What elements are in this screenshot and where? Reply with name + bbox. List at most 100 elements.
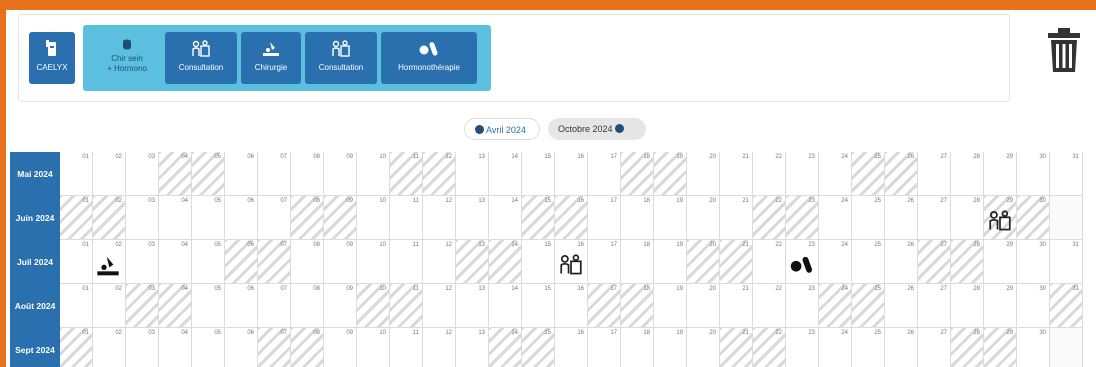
day-cell[interactable]: 30 <box>1017 284 1050 328</box>
caelyx-button[interactable]: CAELYX <box>29 32 75 84</box>
day-cell[interactable]: 28 <box>951 284 984 328</box>
day-cell[interactable]: 26 <box>885 328 918 367</box>
day-cell[interactable]: 03 <box>126 240 159 284</box>
day-cell[interactable]: 20 <box>687 328 720 367</box>
day-cell[interactable]: 13 <box>456 152 489 196</box>
day-cell[interactable] <box>1050 196 1083 240</box>
day-cell[interactable]: 04 <box>159 284 192 328</box>
day-cell[interactable]: 12 <box>423 196 456 240</box>
day-cell[interactable]: 11 <box>390 328 423 367</box>
day-cell[interactable]: 06 <box>225 284 258 328</box>
day-cell[interactable]: 12 <box>423 152 456 196</box>
day-cell[interactable]: 17 <box>588 328 621 367</box>
day-cell[interactable]: 24 <box>819 196 852 240</box>
day-cell[interactable]: 03 <box>126 328 159 367</box>
day-cell[interactable]: 09 <box>324 152 357 196</box>
day-cell[interactable]: 08 <box>291 152 324 196</box>
day-cell[interactable]: 05 <box>192 284 225 328</box>
day-cell[interactable]: 01 <box>60 240 93 284</box>
day-cell[interactable]: 23 <box>786 284 819 328</box>
day-cell[interactable]: 07 <box>258 240 291 284</box>
day-cell[interactable]: 03 <box>126 152 159 196</box>
day-cell[interactable]: 01 <box>60 328 93 367</box>
day-cell[interactable]: 01 <box>60 284 93 328</box>
day-cell[interactable]: 10 <box>357 328 390 367</box>
day-cell[interactable]: 24 <box>819 152 852 196</box>
day-cell[interactable]: 27 <box>918 240 951 284</box>
day-cell[interactable]: 08 <box>291 196 324 240</box>
day-cell[interactable]: 09 <box>324 284 357 328</box>
day-cell[interactable]: 25 <box>852 328 885 367</box>
day-cell[interactable]: 19 <box>654 240 687 284</box>
hormonotherapie-button[interactable]: Hormonothérapie <box>381 32 477 84</box>
day-cell[interactable]: 17 <box>588 240 621 284</box>
day-cell[interactable]: 26 <box>885 152 918 196</box>
day-cell[interactable]: 18 <box>621 240 654 284</box>
day-cell[interactable]: 01 <box>60 152 93 196</box>
day-cell[interactable]: 28 <box>951 152 984 196</box>
day-cell[interactable]: 20 <box>687 152 720 196</box>
day-cell[interactable]: 31 <box>1050 240 1083 284</box>
consultation-button-1[interactable]: Consultation <box>165 32 237 84</box>
day-cell[interactable]: 25 <box>852 196 885 240</box>
day-cell[interactable]: 17 <box>588 152 621 196</box>
day-cell[interactable]: 16 <box>555 152 588 196</box>
day-cell[interactable]: 20 <box>687 284 720 328</box>
day-cell[interactable]: 15 <box>522 284 555 328</box>
chirurgie-button[interactable]: Chirurgie <box>241 32 301 84</box>
protocol-group[interactable]: Chir sein + Hormono Consultation Chirurg… <box>83 25 491 91</box>
day-cell[interactable]: 04 <box>159 196 192 240</box>
day-cell[interactable]: 08 <box>291 284 324 328</box>
day-cell[interactable]: 12 <box>423 328 456 367</box>
day-cell[interactable]: 13 <box>456 240 489 284</box>
day-cell[interactable]: 23 <box>786 152 819 196</box>
day-cell[interactable]: 17 <box>588 196 621 240</box>
day-cell[interactable]: 30 <box>1017 240 1050 284</box>
day-cell[interactable]: 24 <box>819 240 852 284</box>
day-cell[interactable]: 15 <box>522 328 555 367</box>
day-cell[interactable]: 25 <box>852 284 885 328</box>
day-cell[interactable] <box>1050 328 1083 367</box>
day-cell[interactable]: 21 <box>720 328 753 367</box>
pills-icon[interactable] <box>789 254 815 281</box>
day-cell[interactable]: 19 <box>654 152 687 196</box>
consultation-button-2[interactable]: Consultation <box>305 32 377 84</box>
day-cell[interactable]: 05 <box>192 240 225 284</box>
day-cell[interactable]: 21 <box>720 284 753 328</box>
day-cell[interactable]: 15 <box>522 196 555 240</box>
day-cell[interactable]: 30 <box>1017 196 1050 240</box>
day-cell[interactable]: 05 <box>192 196 225 240</box>
day-cell[interactable]: 19 <box>654 284 687 328</box>
day-cell[interactable]: 03 <box>126 196 159 240</box>
day-cell[interactable]: 09 <box>324 328 357 367</box>
day-cell[interactable]: 29 <box>984 152 1017 196</box>
day-cell[interactable]: 29 <box>984 240 1017 284</box>
surgery-icon[interactable] <box>96 254 120 283</box>
day-cell[interactable]: 22 <box>753 240 786 284</box>
day-cell[interactable]: 16 <box>555 196 588 240</box>
day-cell[interactable]: 15 <box>522 152 555 196</box>
day-cell[interactable]: 26 <box>885 196 918 240</box>
day-cell[interactable]: 09 <box>324 196 357 240</box>
day-cell[interactable]: 21 <box>720 240 753 284</box>
day-cell[interactable]: 05 <box>192 328 225 367</box>
day-cell[interactable]: 18 <box>621 196 654 240</box>
day-cell[interactable]: 28 <box>951 240 984 284</box>
day-cell[interactable]: 25 <box>852 240 885 284</box>
day-cell[interactable]: 20 <box>687 196 720 240</box>
day-cell[interactable]: 24 <box>819 328 852 367</box>
day-cell[interactable]: 30 <box>1017 328 1050 367</box>
day-cell[interactable]: 29 <box>984 284 1017 328</box>
day-cell[interactable]: 10 <box>357 196 390 240</box>
day-cell[interactable]: 21 <box>720 196 753 240</box>
trash-icon[interactable] <box>1044 26 1084 74</box>
day-cell[interactable]: 21 <box>720 152 753 196</box>
day-cell[interactable]: 07 <box>258 328 291 367</box>
day-cell[interactable]: 11 <box>390 284 423 328</box>
day-cell[interactable]: 14 <box>489 328 522 367</box>
day-cell[interactable]: 26 <box>885 240 918 284</box>
day-cell[interactable]: 03 <box>126 284 159 328</box>
day-cell[interactable]: 28 <box>951 196 984 240</box>
day-cell[interactable]: 30 <box>1017 152 1050 196</box>
day-cell[interactable]: 06 <box>225 328 258 367</box>
